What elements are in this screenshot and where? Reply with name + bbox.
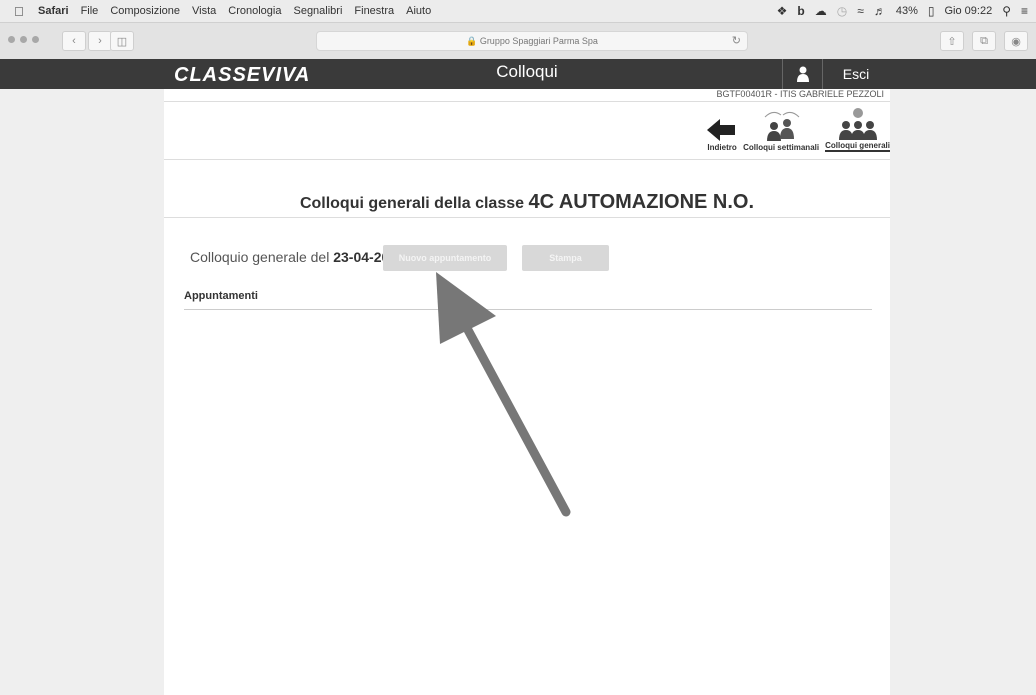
annotation-arrow <box>436 272 571 517</box>
